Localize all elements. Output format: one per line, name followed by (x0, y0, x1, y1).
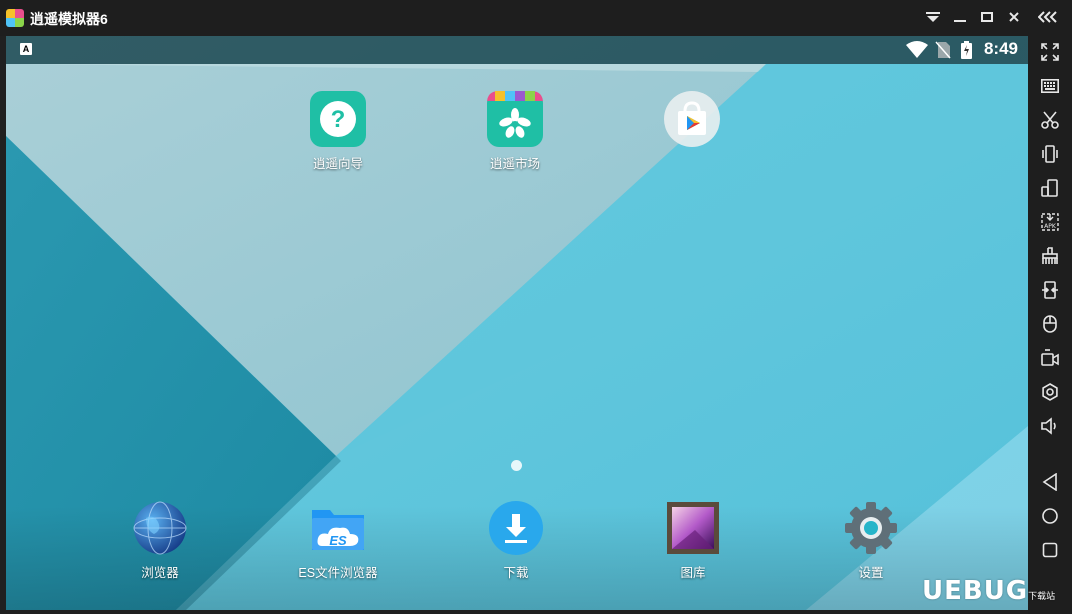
keyboard-button[interactable] (1035, 72, 1065, 100)
svg-text:APK: APK (1044, 223, 1057, 230)
mouse-icon (1043, 315, 1057, 333)
fullscreen-icon (1041, 43, 1059, 61)
rotate-button[interactable] (1035, 174, 1065, 202)
guide-icon: ? (310, 91, 366, 147)
minimize-icon (954, 20, 966, 22)
app-label: ES文件浏览器 (298, 566, 378, 580)
status-bar: A 8:49 (6, 36, 1028, 64)
download-icon (488, 500, 544, 556)
mouse-button[interactable] (1035, 310, 1065, 338)
volume-button[interactable] (1035, 412, 1065, 440)
android-screen[interactable]: A 8:49 ? 逍遥向导 逍遥市场 浏览器 ES ES文件浏览器 下载 图库 … (6, 36, 1028, 610)
watermark-text: UEBUG (922, 576, 1029, 606)
wifi-icon (906, 41, 928, 58)
app-label: 逍遥向导 (312, 157, 363, 171)
recents-icon (1042, 542, 1058, 558)
volume-icon (1041, 417, 1056, 435)
cleanup-broom-icon (1042, 247, 1058, 264)
app-label: 设置 (858, 566, 884, 580)
menu-dropdown-button[interactable] (920, 6, 946, 30)
app-label: 逍遥市场 (489, 157, 540, 171)
back-button[interactable] (1035, 468, 1065, 496)
settings-button[interactable] (1035, 378, 1065, 406)
apk-install-button[interactable]: APK (1035, 208, 1065, 236)
app-label: 浏览器 (141, 566, 179, 580)
shake-icon (1042, 145, 1058, 163)
gallery-icon (665, 500, 721, 556)
apk-install-icon: APK (1041, 213, 1059, 231)
close-icon (1009, 12, 1019, 22)
settings-gear-icon (843, 500, 899, 556)
title-bar: 逍遥模拟器6 (0, 0, 1072, 36)
app-logo-icon (6, 9, 24, 27)
cleanup-button[interactable] (1035, 242, 1065, 270)
back-icon (1042, 473, 1057, 491)
watermark-logo: UEBUG下载站 (922, 576, 1055, 610)
notification-badge: A (20, 43, 32, 55)
video-record-button[interactable] (1035, 344, 1065, 372)
fullscreen-button[interactable] (1035, 38, 1065, 66)
app-browser[interactable]: 浏览器 (105, 500, 215, 581)
app-es-file-explorer[interactable]: ES ES文件浏览器 (283, 500, 393, 581)
triple-chevron-left-icon (1037, 11, 1057, 23)
es-file-explorer-icon: ES (310, 500, 366, 556)
app-settings[interactable]: 设置 (816, 500, 926, 581)
page-indicator (511, 460, 522, 471)
minimize-button[interactable] (947, 6, 973, 30)
emulator-window: 逍遥模拟器6 A 8:49 ? 逍遥向导 逍遥市场 浏览器 ES ES文件浏览器… (0, 0, 1072, 614)
home-icon (1042, 508, 1058, 524)
keyboard-icon (1041, 79, 1059, 93)
settings-icon (1042, 383, 1058, 401)
scissors-icon (1041, 111, 1059, 129)
svg-text:ES: ES (329, 533, 347, 548)
maximize-button[interactable] (974, 6, 1000, 30)
app-xiaoyao-guide[interactable]: ? 逍遥向导 (283, 91, 393, 172)
play-store-icon (664, 91, 720, 147)
app-xiaoyao-market[interactable]: 逍遥市场 (460, 91, 570, 172)
sync-button[interactable] (1035, 276, 1065, 304)
menu-dropdown-icon (926, 12, 940, 22)
collapse-sidebar-button[interactable] (1034, 6, 1062, 30)
maximize-icon (981, 12, 993, 22)
tool-sidebar: APK (1028, 36, 1072, 614)
app-downloads[interactable]: 下载 (461, 500, 571, 581)
rotate-icon (1041, 179, 1058, 197)
status-time: 8:49 (983, 39, 1018, 58)
app-gallery[interactable]: 图库 (638, 500, 748, 581)
screenshot-button[interactable] (1035, 106, 1065, 134)
video-record-icon (1041, 349, 1059, 366)
battery-charging-icon (961, 41, 972, 59)
app-label: 图库 (680, 566, 706, 580)
window-title: 逍遥模拟器6 (30, 11, 108, 27)
app-label: 下载 (503, 566, 529, 580)
svg-text:?: ? (331, 106, 346, 133)
recents-button[interactable] (1035, 536, 1065, 564)
watermark-subtext: 下载站 (1028, 592, 1056, 602)
home-button[interactable] (1035, 502, 1065, 530)
shake-button[interactable] (1035, 140, 1065, 168)
no-sim-icon (935, 41, 951, 59)
close-button[interactable] (1001, 6, 1027, 30)
sync-icon (1042, 281, 1058, 299)
market-icon (487, 91, 543, 147)
app-play-store[interactable] (637, 91, 747, 153)
browser-globe-icon (132, 500, 188, 556)
